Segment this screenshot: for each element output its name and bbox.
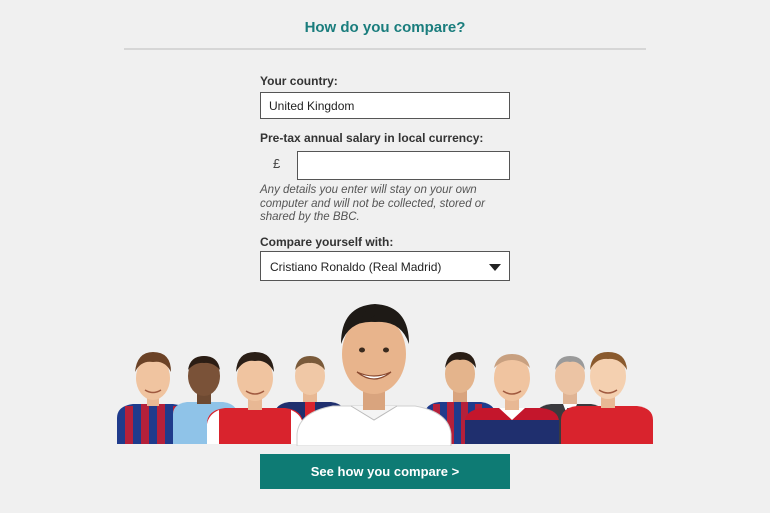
compare-submit-button[interactable]: See how you compare > <box>260 454 510 489</box>
page-title: How do you compare? <box>304 19 466 36</box>
compare-select-value: Cristiano Ronaldo (Real Madrid) <box>270 260 442 274</box>
salary-label: Pre-tax annual salary in local currency: <box>260 131 484 145</box>
footballers-illustration <box>117 304 653 446</box>
country-label: Your country: <box>260 74 338 88</box>
compare-label: Compare yourself with: <box>260 235 394 249</box>
currency-symbol: £ <box>273 156 281 171</box>
privacy-note: Any details you enter will stay on your … <box>260 184 486 223</box>
compare-select[interactable]: Cristiano Ronaldo (Real Madrid) <box>260 251 510 281</box>
chevron-down-icon <box>489 264 501 271</box>
footballer-avatar <box>465 354 559 444</box>
salary-field[interactable] <box>297 151 510 180</box>
title-divider <box>124 48 646 50</box>
country-field[interactable] <box>260 92 510 119</box>
footballer-avatar <box>207 352 303 444</box>
